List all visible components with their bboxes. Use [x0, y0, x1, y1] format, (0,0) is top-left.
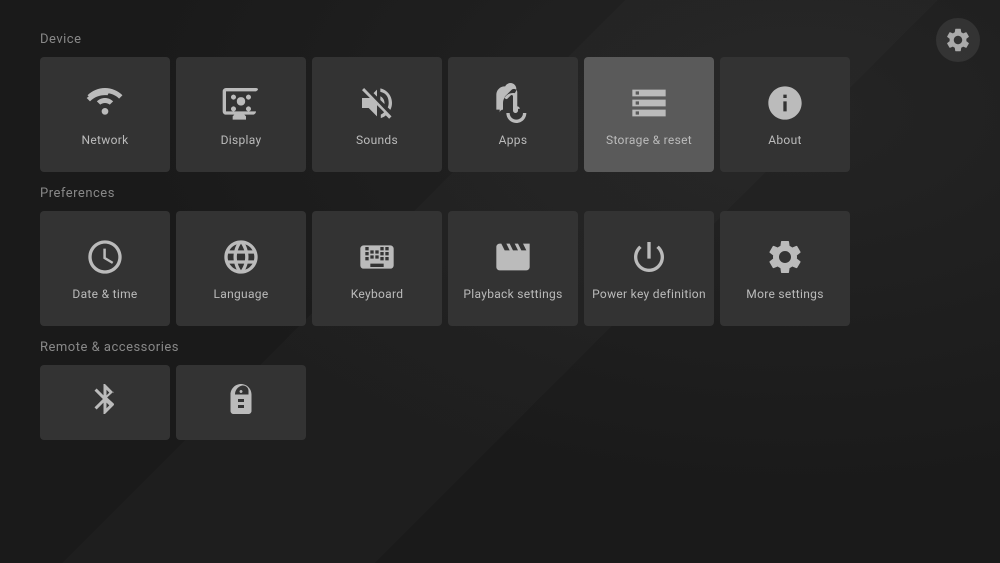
network-icon [85, 83, 125, 123]
apps-tile[interactable]: Apps [448, 57, 578, 172]
powerkey-label: Power key definition [592, 287, 706, 301]
gear-button[interactable] [936, 18, 980, 62]
apps-label: Apps [499, 133, 528, 147]
device-grid: Network Display Sounds Apps [40, 57, 960, 172]
playback-tile[interactable]: Playback settings [448, 211, 578, 326]
about-label: About [768, 133, 801, 147]
display-icon [221, 83, 261, 123]
datetime-tile[interactable]: Date & time [40, 211, 170, 326]
storage-icon [629, 83, 669, 123]
storage-tile[interactable]: Storage & reset [584, 57, 714, 172]
storage-label: Storage & reset [606, 133, 692, 147]
sounds-icon [357, 83, 397, 123]
keyboard-tile[interactable]: Keyboard [312, 211, 442, 326]
bluetooth-icon [87, 381, 123, 425]
language-icon [221, 237, 261, 277]
display-label: Display [221, 133, 262, 147]
more-settings-icon [765, 237, 805, 277]
datetime-icon [85, 237, 125, 277]
about-icon [765, 83, 805, 123]
playback-icon [493, 237, 533, 277]
remote-icon [223, 381, 259, 425]
about-tile[interactable]: About [720, 57, 850, 172]
bluetooth-tile[interactable] [40, 365, 170, 440]
device-section-label: Device [40, 32, 960, 47]
main-content: Device Network Display Sounds [0, 0, 1000, 460]
display-tile[interactable]: Display [176, 57, 306, 172]
playback-label: Playback settings [463, 287, 562, 301]
remote-grid [40, 365, 960, 440]
datetime-label: Date & time [72, 287, 137, 301]
powerkey-tile[interactable]: Power key definition [584, 211, 714, 326]
language-tile[interactable]: Language [176, 211, 306, 326]
gear-icon [944, 26, 972, 54]
network-label: Network [82, 133, 129, 147]
apps-icon [493, 83, 533, 123]
language-label: Language [214, 287, 269, 301]
powerkey-icon [629, 237, 669, 277]
keyboard-label: Keyboard [351, 287, 404, 301]
sounds-tile[interactable]: Sounds [312, 57, 442, 172]
more-settings-label: More settings [746, 287, 823, 301]
preferences-grid: Date & time Language Keyboard Playback s… [40, 211, 960, 326]
network-tile[interactable]: Network [40, 57, 170, 172]
more-settings-tile[interactable]: More settings [720, 211, 850, 326]
preferences-section-label: Preferences [40, 186, 960, 201]
remote-tile[interactable] [176, 365, 306, 440]
sounds-label: Sounds [356, 133, 398, 147]
keyboard-icon [357, 237, 397, 277]
remote-section-label: Remote & accessories [40, 340, 960, 355]
